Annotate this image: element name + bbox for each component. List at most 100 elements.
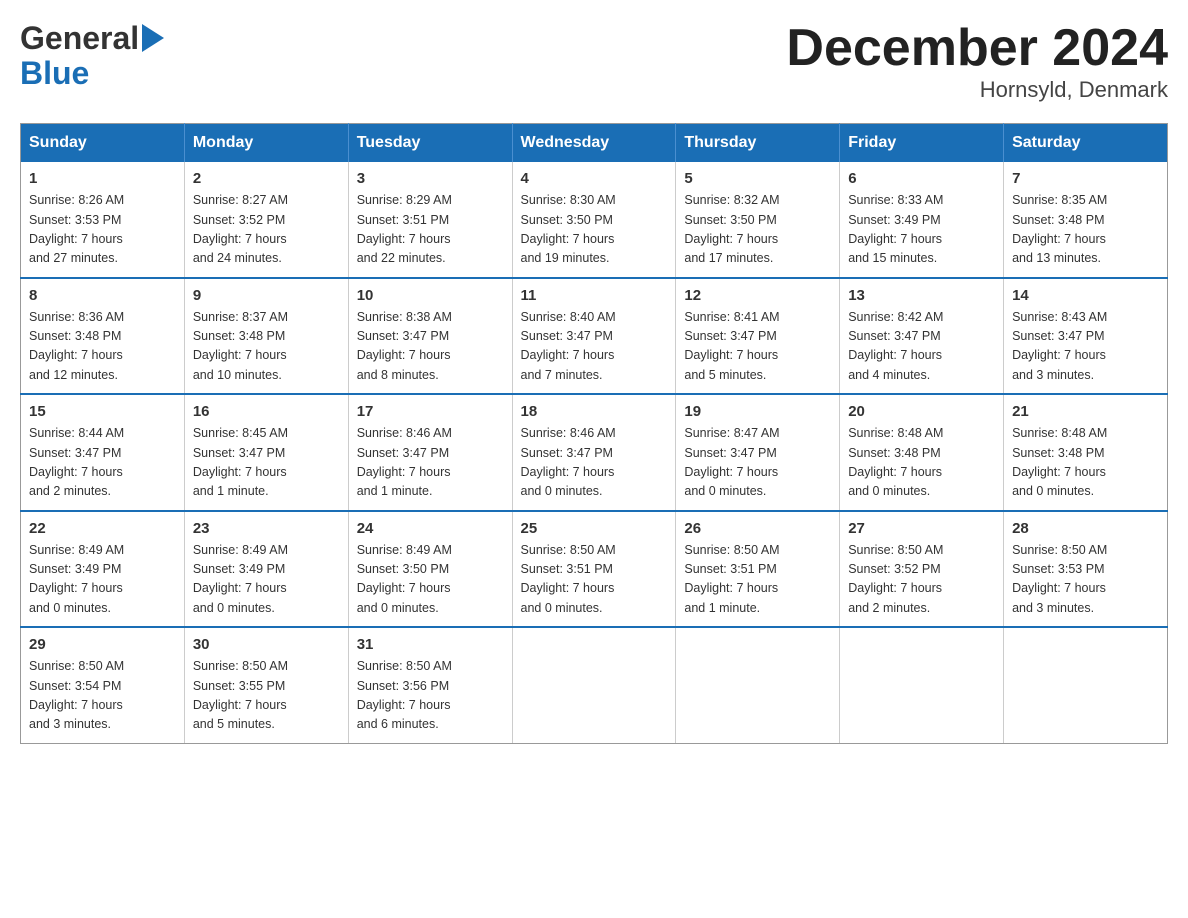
logo: General Blue: [20, 20, 164, 92]
calendar-cell: 10 Sunrise: 8:38 AM Sunset: 3:47 PM Dayl…: [348, 278, 512, 395]
day-number: 15: [29, 403, 176, 420]
page-header: General Blue December 2024 Hornsyld, Den…: [20, 20, 1168, 103]
calendar-cell: 17 Sunrise: 8:46 AM Sunset: 3:47 PM Dayl…: [348, 394, 512, 511]
weekday-header-monday: Monday: [184, 124, 348, 163]
day-info: Sunrise: 8:50 AM Sunset: 3:54 PM Dayligh…: [29, 657, 176, 735]
calendar-week-1: 1 Sunrise: 8:26 AM Sunset: 3:53 PM Dayli…: [21, 162, 1168, 278]
day-number: 26: [684, 520, 831, 537]
day-info: Sunrise: 8:45 AM Sunset: 3:47 PM Dayligh…: [193, 424, 340, 502]
calendar-week-3: 15 Sunrise: 8:44 AM Sunset: 3:47 PM Dayl…: [21, 394, 1168, 511]
day-number: 31: [357, 636, 504, 653]
calendar-cell: [676, 627, 840, 743]
calendar-cell: [1004, 627, 1168, 743]
weekday-header-friday: Friday: [840, 124, 1004, 163]
calendar-cell: 27 Sunrise: 8:50 AM Sunset: 3:52 PM Dayl…: [840, 511, 1004, 628]
day-number: 12: [684, 287, 831, 304]
day-info: Sunrise: 8:41 AM Sunset: 3:47 PM Dayligh…: [684, 308, 831, 386]
day-info: Sunrise: 8:50 AM Sunset: 3:56 PM Dayligh…: [357, 657, 504, 735]
calendar-cell: 14 Sunrise: 8:43 AM Sunset: 3:47 PM Dayl…: [1004, 278, 1168, 395]
day-info: Sunrise: 8:44 AM Sunset: 3:47 PM Dayligh…: [29, 424, 176, 502]
calendar-cell: 5 Sunrise: 8:32 AM Sunset: 3:50 PM Dayli…: [676, 162, 840, 278]
day-number: 8: [29, 287, 176, 304]
day-info: Sunrise: 8:49 AM Sunset: 3:49 PM Dayligh…: [29, 541, 176, 619]
logo-blue-text: Blue: [20, 55, 89, 92]
day-number: 4: [521, 170, 668, 187]
day-info: Sunrise: 8:48 AM Sunset: 3:48 PM Dayligh…: [848, 424, 995, 502]
calendar-cell: 19 Sunrise: 8:47 AM Sunset: 3:47 PM Dayl…: [676, 394, 840, 511]
day-number: 22: [29, 520, 176, 537]
calendar-cell: 26 Sunrise: 8:50 AM Sunset: 3:51 PM Dayl…: [676, 511, 840, 628]
day-info: Sunrise: 8:26 AM Sunset: 3:53 PM Dayligh…: [29, 191, 176, 269]
calendar-week-4: 22 Sunrise: 8:49 AM Sunset: 3:49 PM Dayl…: [21, 511, 1168, 628]
calendar-header: SundayMondayTuesdayWednesdayThursdayFrid…: [21, 124, 1168, 163]
page-subtitle: Hornsyld, Denmark: [786, 77, 1168, 103]
calendar-body: 1 Sunrise: 8:26 AM Sunset: 3:53 PM Dayli…: [21, 162, 1168, 743]
calendar-week-5: 29 Sunrise: 8:50 AM Sunset: 3:54 PM Dayl…: [21, 627, 1168, 743]
day-info: Sunrise: 8:50 AM Sunset: 3:51 PM Dayligh…: [521, 541, 668, 619]
day-info: Sunrise: 8:40 AM Sunset: 3:47 PM Dayligh…: [521, 308, 668, 386]
day-number: 16: [193, 403, 340, 420]
day-info: Sunrise: 8:29 AM Sunset: 3:51 PM Dayligh…: [357, 191, 504, 269]
day-number: 30: [193, 636, 340, 653]
day-number: 13: [848, 287, 995, 304]
day-info: Sunrise: 8:50 AM Sunset: 3:53 PM Dayligh…: [1012, 541, 1159, 619]
calendar-cell: 16 Sunrise: 8:45 AM Sunset: 3:47 PM Dayl…: [184, 394, 348, 511]
day-number: 27: [848, 520, 995, 537]
calendar-cell: 25 Sunrise: 8:50 AM Sunset: 3:51 PM Dayl…: [512, 511, 676, 628]
weekday-header-sunday: Sunday: [21, 124, 185, 163]
calendar-cell: 6 Sunrise: 8:33 AM Sunset: 3:49 PM Dayli…: [840, 162, 1004, 278]
day-info: Sunrise: 8:33 AM Sunset: 3:49 PM Dayligh…: [848, 191, 995, 269]
day-number: 29: [29, 636, 176, 653]
calendar-cell: 13 Sunrise: 8:42 AM Sunset: 3:47 PM Dayl…: [840, 278, 1004, 395]
day-number: 18: [521, 403, 668, 420]
calendar-cell: 18 Sunrise: 8:46 AM Sunset: 3:47 PM Dayl…: [512, 394, 676, 511]
calendar-cell: 22 Sunrise: 8:49 AM Sunset: 3:49 PM Dayl…: [21, 511, 185, 628]
weekday-header-saturday: Saturday: [1004, 124, 1168, 163]
calendar-cell: 31 Sunrise: 8:50 AM Sunset: 3:56 PM Dayl…: [348, 627, 512, 743]
calendar-cell: 3 Sunrise: 8:29 AM Sunset: 3:51 PM Dayli…: [348, 162, 512, 278]
weekday-header-row: SundayMondayTuesdayWednesdayThursdayFrid…: [21, 124, 1168, 163]
day-info: Sunrise: 8:48 AM Sunset: 3:48 PM Dayligh…: [1012, 424, 1159, 502]
calendar-cell: 9 Sunrise: 8:37 AM Sunset: 3:48 PM Dayli…: [184, 278, 348, 395]
title-section: December 2024 Hornsyld, Denmark: [786, 20, 1168, 103]
calendar-cell: 20 Sunrise: 8:48 AM Sunset: 3:48 PM Dayl…: [840, 394, 1004, 511]
day-info: Sunrise: 8:46 AM Sunset: 3:47 PM Dayligh…: [357, 424, 504, 502]
logo-arrow-icon: [142, 24, 164, 57]
day-info: Sunrise: 8:50 AM Sunset: 3:51 PM Dayligh…: [684, 541, 831, 619]
page-title: December 2024: [786, 20, 1168, 77]
weekday-header-tuesday: Tuesday: [348, 124, 512, 163]
logo-general-text: General: [20, 20, 139, 57]
day-info: Sunrise: 8:32 AM Sunset: 3:50 PM Dayligh…: [684, 191, 831, 269]
day-number: 28: [1012, 520, 1159, 537]
day-number: 9: [193, 287, 340, 304]
calendar-table: SundayMondayTuesdayWednesdayThursdayFrid…: [20, 123, 1168, 744]
calendar-cell: [512, 627, 676, 743]
calendar-cell: 21 Sunrise: 8:48 AM Sunset: 3:48 PM Dayl…: [1004, 394, 1168, 511]
day-number: 19: [684, 403, 831, 420]
day-info: Sunrise: 8:46 AM Sunset: 3:47 PM Dayligh…: [521, 424, 668, 502]
day-number: 17: [357, 403, 504, 420]
day-info: Sunrise: 8:47 AM Sunset: 3:47 PM Dayligh…: [684, 424, 831, 502]
day-info: Sunrise: 8:30 AM Sunset: 3:50 PM Dayligh…: [521, 191, 668, 269]
calendar-cell: 8 Sunrise: 8:36 AM Sunset: 3:48 PM Dayli…: [21, 278, 185, 395]
day-number: 2: [193, 170, 340, 187]
day-number: 20: [848, 403, 995, 420]
day-info: Sunrise: 8:42 AM Sunset: 3:47 PM Dayligh…: [848, 308, 995, 386]
day-number: 14: [1012, 287, 1159, 304]
calendar-cell: 28 Sunrise: 8:50 AM Sunset: 3:53 PM Dayl…: [1004, 511, 1168, 628]
calendar-cell: 15 Sunrise: 8:44 AM Sunset: 3:47 PM Dayl…: [21, 394, 185, 511]
day-info: Sunrise: 8:38 AM Sunset: 3:47 PM Dayligh…: [357, 308, 504, 386]
calendar-cell: 2 Sunrise: 8:27 AM Sunset: 3:52 PM Dayli…: [184, 162, 348, 278]
day-number: 5: [684, 170, 831, 187]
calendar-week-2: 8 Sunrise: 8:36 AM Sunset: 3:48 PM Dayli…: [21, 278, 1168, 395]
calendar-cell: 11 Sunrise: 8:40 AM Sunset: 3:47 PM Dayl…: [512, 278, 676, 395]
day-info: Sunrise: 8:27 AM Sunset: 3:52 PM Dayligh…: [193, 191, 340, 269]
calendar-cell: [840, 627, 1004, 743]
day-number: 23: [193, 520, 340, 537]
calendar-cell: 12 Sunrise: 8:41 AM Sunset: 3:47 PM Dayl…: [676, 278, 840, 395]
day-info: Sunrise: 8:50 AM Sunset: 3:52 PM Dayligh…: [848, 541, 995, 619]
day-number: 25: [521, 520, 668, 537]
calendar-cell: 30 Sunrise: 8:50 AM Sunset: 3:55 PM Dayl…: [184, 627, 348, 743]
calendar-cell: 23 Sunrise: 8:49 AM Sunset: 3:49 PM Dayl…: [184, 511, 348, 628]
day-number: 6: [848, 170, 995, 187]
